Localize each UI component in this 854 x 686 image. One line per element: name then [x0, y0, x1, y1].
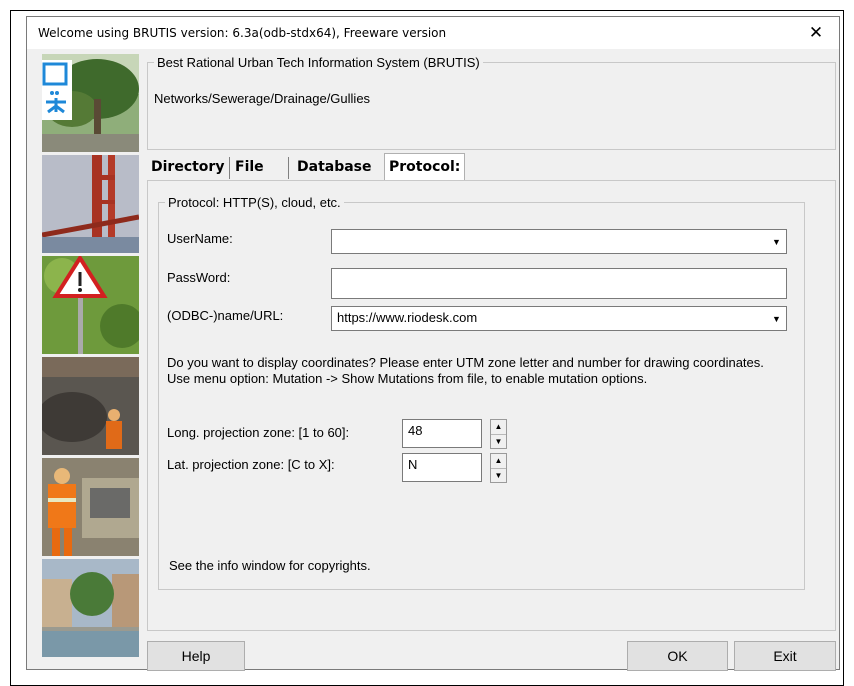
coordinates-info-line1: Do you want to display coordinates? Plea…	[167, 355, 764, 370]
tab-protocol[interactable]: Protocol: HTTP(S), cloud, etc.	[384, 153, 466, 253]
dropdown-arrow-icon[interactable]: ▼	[768, 231, 785, 252]
close-icon[interactable]: ✕	[793, 17, 839, 49]
sewer-worker-photo	[42, 357, 139, 455]
photo-strip	[42, 54, 139, 657]
canal-street-photo	[42, 559, 139, 657]
long-zone-label: Long. projection zone: [1 to 60]:	[167, 425, 350, 440]
road-worker-photo	[42, 458, 139, 556]
copyright-note: See the info window for copyrights.	[169, 558, 371, 573]
welcome-dialog: Welcome using BRUTIS version: 6.3a(odb-s…	[26, 16, 840, 671]
username-combobox[interactable]: ▼	[331, 229, 787, 254]
url-label: (ODBC-)name/URL:	[167, 308, 284, 323]
protocol-tab-panel: Protocol: HTTP(S), cloud, etc. UserName:…	[147, 180, 836, 631]
dropdown-arrow-icon[interactable]: ▼	[768, 308, 785, 329]
tab-database[interactable]: Database	[293, 155, 376, 181]
tab-separator	[288, 157, 289, 179]
url-combobox[interactable]: https://www.riodesk.com ▼	[331, 306, 787, 331]
lat-zone-value: N	[408, 457, 418, 472]
help-button[interactable]: Help	[147, 641, 245, 671]
header-legend: Best Rational Urban Tech Information Sys…	[154, 55, 483, 70]
coordinates-info: Do you want to display coordinates? Plea…	[167, 355, 787, 387]
long-zone-input[interactable]: 48	[402, 419, 482, 448]
spin-up-icon[interactable]: ▲	[491, 420, 506, 435]
password-label: PassWord:	[167, 270, 231, 285]
tab-separator	[229, 157, 230, 179]
coordinates-info-line2: Use menu option: Mutation -> Show Mutati…	[167, 371, 648, 386]
header-group: Best Rational Urban Tech Information Sys…	[147, 55, 836, 150]
header-subtitle: Networks/Sewerage/Drainage/Gullies	[154, 91, 371, 106]
warning-sign-photo	[42, 256, 139, 354]
tab-file[interactable]: File	[231, 155, 268, 181]
tab-directory[interactable]: Directory	[147, 155, 228, 181]
long-zone-value: 48	[408, 423, 423, 438]
spin-down-icon[interactable]: ▼	[491, 435, 506, 449]
url-value: https://www.riodesk.com	[337, 310, 478, 325]
ok-button[interactable]: OK	[627, 641, 728, 671]
protocol-group: Protocol: HTTP(S), cloud, etc. UserName:…	[158, 195, 805, 590]
title-bar: Welcome using BRUTIS version: 6.3a(odb-s…	[27, 17, 839, 49]
bridge-photo	[42, 155, 139, 253]
exit-button[interactable]: Exit	[734, 641, 836, 671]
lat-zone-label: Lat. projection zone: [C to X]:	[167, 457, 335, 472]
password-field[interactable]	[331, 268, 787, 299]
long-zone-spinner[interactable]: ▲ ▼	[490, 419, 507, 449]
protocol-legend: Protocol: HTTP(S), cloud, etc.	[165, 195, 344, 210]
lat-zone-spinner[interactable]: ▲ ▼	[490, 453, 507, 483]
window-title: Welcome using BRUTIS version: 6.3a(odb-s…	[38, 26, 447, 40]
username-label: UserName:	[167, 231, 233, 246]
spin-up-icon[interactable]: ▲	[491, 454, 506, 469]
spin-down-icon[interactable]: ▼	[491, 469, 506, 483]
brutis-app-icon	[42, 60, 72, 120]
tree-photo	[42, 54, 139, 152]
lat-zone-input[interactable]: N	[402, 453, 482, 482]
